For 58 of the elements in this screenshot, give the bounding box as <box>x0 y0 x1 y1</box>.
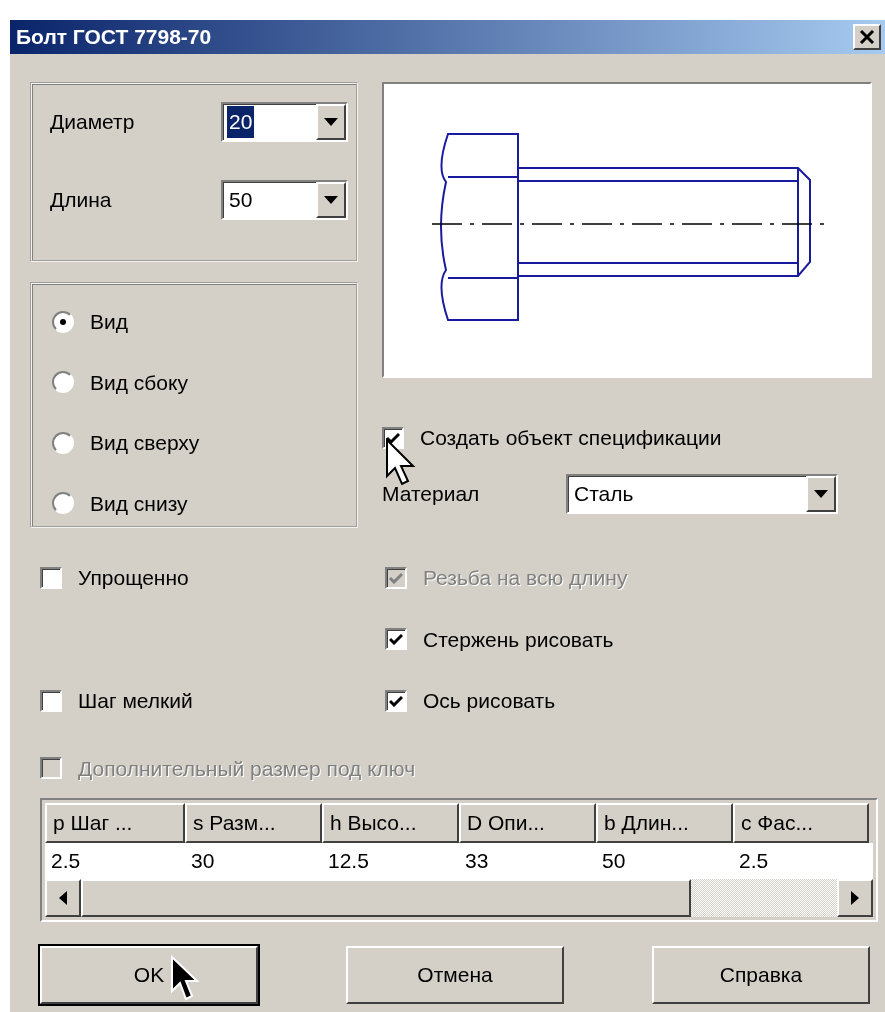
checkbox-label: Резьба на всю длину <box>423 565 628 591</box>
size-dropdown[interactable]: 50 <box>221 180 348 220</box>
radio-button[interactable] <box>52 371 74 394</box>
radio-button[interactable] <box>52 492 74 515</box>
dropdown-value: 50 <box>228 187 254 214</box>
dialog-button[interactable]: Отмена <box>346 946 564 1004</box>
check-icon <box>389 571 403 584</box>
radio-label: Вид снизу <box>90 490 188 517</box>
field-label: Диаметр <box>50 109 135 136</box>
radio-label: Вид <box>90 309 128 335</box>
column-header[interactable]: p Шаг ... <box>45 803 185 843</box>
caret-icon <box>814 489 828 498</box>
checkbox-label: Создать объект спецификации <box>420 425 722 451</box>
dropdown-arrow-button[interactable] <box>316 104 346 140</box>
mouse-pointer-icon <box>385 438 417 486</box>
checkbox-label: Упрощенно <box>78 565 189 591</box>
checkbox[interactable] <box>385 628 407 651</box>
checkbox[interactable] <box>385 689 407 712</box>
column-header[interactable]: b Длин... <box>596 803 733 843</box>
column-header[interactable]: c Фас... <box>733 803 869 843</box>
checkbox[interactable] <box>40 566 62 589</box>
size-dropdown[interactable]: 20 <box>221 102 348 142</box>
check-icon <box>386 431 400 444</box>
close-button[interactable] <box>853 24 881 50</box>
window-title: Болт ГОСТ 7798-70 <box>16 24 212 51</box>
scroll-right-button[interactable] <box>837 879 873 917</box>
mouse-pointer-icon <box>170 955 200 1001</box>
field-label: Длина <box>50 187 112 214</box>
dialog-button[interactable]: Справка <box>652 946 870 1004</box>
dialog-button[interactable]: OK <box>40 946 258 1004</box>
scrollbar-thumb[interactable] <box>81 879 691 917</box>
check-icon <box>389 694 403 707</box>
checkbox-label: Ось рисовать <box>423 688 556 714</box>
close-icon <box>859 30 875 44</box>
material-label: Материал <box>382 480 481 507</box>
left-arrow-icon <box>59 891 67 905</box>
dropdown-arrow-button[interactable] <box>806 475 836 512</box>
right-arrow-icon <box>851 891 859 905</box>
radio-label: Вид сверху <box>90 430 200 456</box>
column-header[interactable]: s Разм... <box>185 803 322 843</box>
dropdown-value: 20 <box>227 106 255 138</box>
checkbox-label: Шаг мелкий <box>78 688 193 714</box>
check-icon <box>389 633 403 646</box>
scroll-left-button[interactable] <box>45 879 81 917</box>
caret-icon <box>324 196 338 204</box>
radio-label: Вид сбоку <box>90 369 188 396</box>
material-dropdown[interactable]: Сталь <box>566 473 838 514</box>
radio-button[interactable] <box>52 310 74 333</box>
material-value: Сталь <box>573 480 635 507</box>
checkbox[interactable] <box>40 689 62 712</box>
column-header[interactable]: D Опи... <box>459 803 596 843</box>
radio-button[interactable] <box>52 431 74 454</box>
caret-icon <box>324 118 338 126</box>
dropdown-arrow-button[interactable] <box>316 182 346 218</box>
checkbox-label: Стержень рисовать <box>423 626 614 653</box>
checkbox-label: Дополнительный размер под ключ <box>78 755 416 782</box>
column-header[interactable]: h Высо... <box>322 803 459 843</box>
horizontal-scrollbar[interactable] <box>45 879 873 917</box>
